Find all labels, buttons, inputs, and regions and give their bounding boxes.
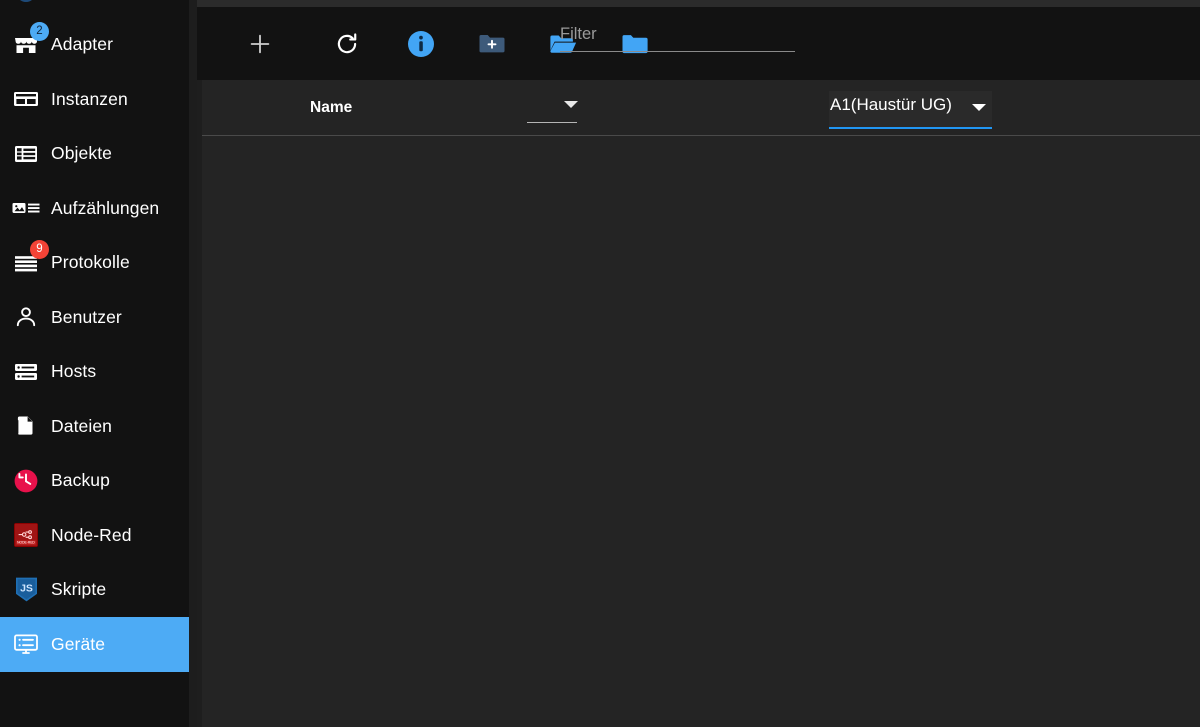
room-filter-select[interactable]: A1(Haustür UG) xyxy=(829,91,992,129)
column-sort-select[interactable] xyxy=(527,96,578,123)
sidebar-item-aufzaehlungen[interactable]: Aufzählungen xyxy=(0,181,189,236)
sidebar-item-list: Übersicht 2 Adapter xyxy=(0,0,189,672)
sidebar-badge: 9 xyxy=(30,239,49,259)
top-strip xyxy=(197,0,1200,7)
plus-icon xyxy=(247,31,273,57)
chevron-down-icon xyxy=(564,101,578,108)
sidebar-item-label: Protokolle xyxy=(51,252,130,272)
files-icon xyxy=(12,412,40,440)
javascript-icon: JS xyxy=(12,576,40,604)
main-content: Name A1(Haustür UG) xyxy=(197,0,1200,727)
folder-plus-icon xyxy=(478,32,505,56)
chevron-down-icon xyxy=(972,104,986,111)
sidebar-item-label: Dateien xyxy=(51,415,113,436)
user-icon xyxy=(12,303,40,331)
application-window: Übersicht 2 Adapter xyxy=(0,0,1200,727)
refresh-icon xyxy=(334,31,360,57)
new-folder-button[interactable] xyxy=(469,22,513,66)
sidebar-item-geraete[interactable]: Geräte xyxy=(0,617,189,672)
sidebar-item-label: Objekte xyxy=(51,143,113,163)
sidebar-item-objekte[interactable]: Objekte xyxy=(0,127,189,182)
room-filter-value: A1(Haustür UG) xyxy=(830,95,952,114)
sidebar-item-instanzen[interactable]: Instanzen xyxy=(0,72,189,127)
instances-icon xyxy=(12,85,40,113)
column-header-name: Name xyxy=(310,99,353,116)
sidebar-item-uebersicht[interactable]: Übersicht xyxy=(0,0,189,18)
enums-icon xyxy=(12,194,40,222)
devices-table-header: Name A1(Haustür UG) xyxy=(202,80,1200,136)
sidebar-item-label: Geräte xyxy=(51,633,106,654)
sidebar-item-label: Benutzer xyxy=(51,306,122,327)
sidebar-item-adapter[interactable]: 2 Adapter xyxy=(0,18,189,73)
add-device-button[interactable] xyxy=(238,22,282,66)
sidebar-item-backup[interactable]: Backup xyxy=(0,454,189,509)
filter-field-wrapper xyxy=(560,25,795,65)
list-icon xyxy=(12,140,40,168)
sidebar-item-hosts[interactable]: Hosts xyxy=(0,345,189,400)
sidebar-badge: 2 xyxy=(30,21,49,41)
devices-icon xyxy=(12,630,40,658)
sidebar-item-label: Node-Red xyxy=(51,524,132,545)
store-icon: 2 xyxy=(12,21,49,59)
sidebar-item-label: Backup xyxy=(51,470,110,490)
log-lines-icon: 9 xyxy=(12,239,49,277)
svg-text:JS: JS xyxy=(20,583,33,595)
sidebar-item-label: Aufzählungen xyxy=(51,197,160,218)
devices-toolbar xyxy=(197,7,1200,80)
node-red-icon: NODE-RED xyxy=(12,521,40,549)
filter-input[interactable] xyxy=(560,25,795,52)
devices-table-body xyxy=(202,136,1200,727)
sidebar-item-node-red[interactable]: NODE-RED Node-Red xyxy=(0,508,189,563)
sidebar-item-skripte[interactable]: JS Skripte xyxy=(0,563,189,618)
hosts-icon xyxy=(12,358,40,386)
sidebar-item-label: Adapter xyxy=(51,34,113,54)
sidebar-navigation: Übersicht 2 Adapter xyxy=(0,0,189,727)
sidebar-scrollbar-track[interactable] xyxy=(189,0,386,727)
sidebar-item-label: Hosts xyxy=(51,361,97,381)
backup-clock-icon xyxy=(12,467,40,495)
sidebar-item-label: Instanzen xyxy=(51,88,128,109)
svg-text:NODE-RED: NODE-RED xyxy=(17,541,35,545)
sidebar-item-dateien[interactable]: Dateien xyxy=(0,399,189,454)
refresh-button[interactable] xyxy=(325,22,369,66)
info-circle-icon xyxy=(407,30,435,58)
sidebar-item-protokolle[interactable]: 9 Protokolle xyxy=(0,236,189,291)
sidebar-item-benutzer[interactable]: Benutzer xyxy=(0,290,189,345)
grid-icon xyxy=(12,0,40,4)
info-button[interactable] xyxy=(399,22,443,66)
sidebar-item-label: Skripte xyxy=(51,579,107,599)
